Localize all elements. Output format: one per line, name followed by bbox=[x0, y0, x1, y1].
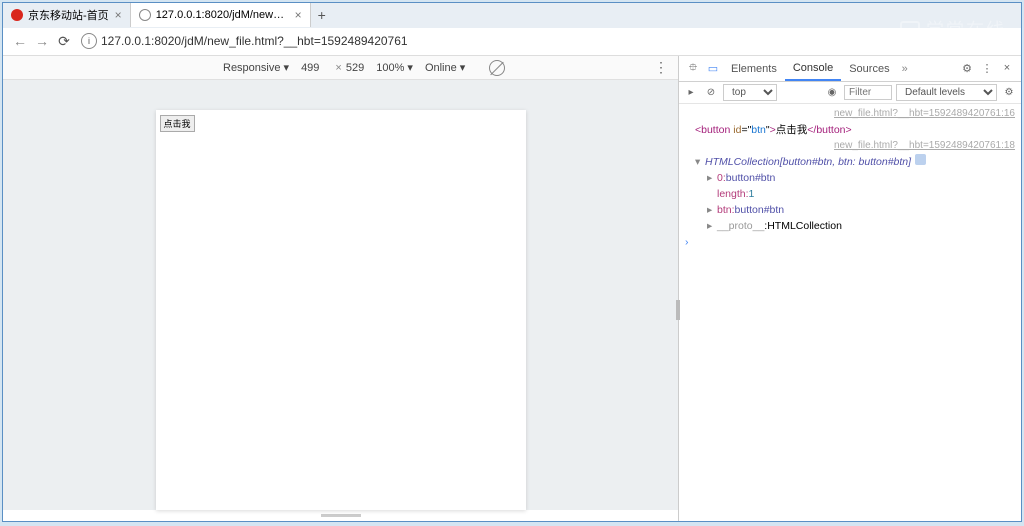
tab-title: 127.0.0.1:8020/jdM/new_file.h bbox=[156, 9, 289, 21]
source-link[interactable]: new_file.html?__hbt=1592489420761:18 bbox=[834, 138, 1015, 154]
console-settings-icon[interactable]: ⚙ bbox=[1001, 87, 1017, 98]
watermark: 学堂在线 bbox=[900, 16, 1006, 42]
context-select[interactable]: top bbox=[723, 84, 777, 101]
resize-handle-bottom[interactable] bbox=[321, 514, 361, 517]
back-button[interactable]: ← bbox=[9, 33, 31, 49]
console-log: new_file.html?__hbt=1592489420761:16 <bu… bbox=[679, 104, 1021, 521]
page-button-btn[interactable]: 点击我 bbox=[160, 115, 195, 132]
console-entry[interactable]: ▾ HTMLCollection [button#btn, btn: butto… bbox=[679, 154, 1021, 170]
console-prop[interactable]: ▸__proto__: HTMLCollection bbox=[679, 218, 1021, 234]
source-link[interactable]: new_file.html?__hbt=1592489420761:16 bbox=[834, 106, 1015, 122]
console-toolbar: ▸ ⊘ top ◉ Default levels ⚙ bbox=[679, 82, 1021, 104]
favicon-jd bbox=[11, 9, 23, 21]
tab-jd[interactable]: 京东移动站-首页 × bbox=[3, 3, 131, 27]
console-prop[interactable]: ▸btn: button#btn bbox=[679, 202, 1021, 218]
console-prop: length: 1 bbox=[679, 186, 1021, 202]
settings-icon[interactable]: ⚙ bbox=[957, 62, 977, 75]
more-tabs-icon[interactable]: » bbox=[898, 63, 912, 75]
console-filter-input[interactable] bbox=[844, 85, 892, 100]
device-pane: Responsive ▾ 499 × 529 100% ▾ Online ▾ ⋮… bbox=[3, 56, 679, 521]
console-sidebar-toggle[interactable]: ▸ bbox=[683, 87, 699, 98]
info-icon[interactable] bbox=[915, 154, 926, 165]
tab-title: 京东移动站-首页 bbox=[28, 7, 109, 23]
console-entry[interactable]: <button id="btn">点击我</button> bbox=[679, 122, 1021, 138]
new-tab-button[interactable]: + bbox=[311, 7, 333, 23]
console-prop[interactable]: ▸0: button#btn bbox=[679, 170, 1021, 186]
close-icon[interactable]: × bbox=[115, 8, 122, 22]
inspect-icon[interactable]: ⯐ bbox=[683, 59, 703, 78]
tab-elements[interactable]: Elements bbox=[723, 56, 785, 81]
devtools-close-icon[interactable]: × bbox=[997, 62, 1017, 75]
tab-console[interactable]: Console bbox=[785, 56, 841, 81]
device-zoom-select[interactable]: 100% ▾ bbox=[376, 61, 413, 74]
device-height-input[interactable]: 529 bbox=[346, 62, 364, 74]
url-text[interactable]: 127.0.0.1:8020/jdM/new_file.html?__hbt=1… bbox=[101, 34, 408, 48]
devtools-panel: ⯐ ▭ Elements Console Sources » ⚙ ⋮ × ▸ ⊘… bbox=[679, 56, 1021, 521]
console-prompt[interactable]: › bbox=[679, 234, 1021, 250]
device-viewport: 点击我 bbox=[3, 80, 678, 510]
close-icon[interactable]: × bbox=[295, 8, 302, 22]
device-more-button[interactable]: ⋮ bbox=[654, 59, 668, 76]
live-expression-icon[interactable]: ◉ bbox=[824, 87, 840, 98]
tab-local[interactable]: 127.0.0.1:8020/jdM/new_file.h × bbox=[131, 3, 311, 27]
device-dim-x: × bbox=[335, 62, 341, 74]
address-bar: ← → ⟳ i 127.0.0.1:8020/jdM/new_file.html… bbox=[3, 28, 1021, 56]
browser-window: 京东移动站-首页 × 127.0.0.1:8020/jdM/new_file.h… bbox=[2, 2, 1022, 522]
tab-bar: 京东移动站-首页 × 127.0.0.1:8020/jdM/new_file.h… bbox=[3, 3, 1021, 28]
levels-select[interactable]: Default levels bbox=[896, 84, 997, 101]
device-mode-select[interactable]: Responsive ▾ bbox=[223, 61, 289, 74]
device-toggle-icon[interactable]: ▭ bbox=[703, 62, 723, 75]
device-toolbar: Responsive ▾ 499 × 529 100% ▾ Online ▾ ⋮ bbox=[3, 56, 678, 80]
forward-button: → bbox=[31, 33, 53, 49]
content-area: Responsive ▾ 499 × 529 100% ▾ Online ▾ ⋮… bbox=[3, 56, 1021, 521]
devtools-tabs: ⯐ ▭ Elements Console Sources » ⚙ ⋮ × bbox=[679, 56, 1021, 82]
device-width-input[interactable]: 499 bbox=[301, 62, 319, 74]
expand-icon[interactable]: ▾ bbox=[695, 154, 703, 170]
reload-button[interactable]: ⟳ bbox=[53, 33, 75, 50]
tab-sources[interactable]: Sources bbox=[841, 56, 897, 81]
devtools-more-icon[interactable]: ⋮ bbox=[977, 62, 997, 75]
favicon-globe-icon bbox=[139, 9, 151, 21]
clear-console-icon[interactable]: ⊘ bbox=[703, 87, 719, 98]
resize-handle-right[interactable] bbox=[676, 300, 680, 320]
site-info-icon[interactable]: i bbox=[81, 33, 97, 49]
device-network-select[interactable]: Online ▾ bbox=[425, 61, 465, 74]
rendered-page: 点击我 bbox=[156, 110, 526, 510]
no-throttle-icon[interactable] bbox=[489, 60, 505, 76]
